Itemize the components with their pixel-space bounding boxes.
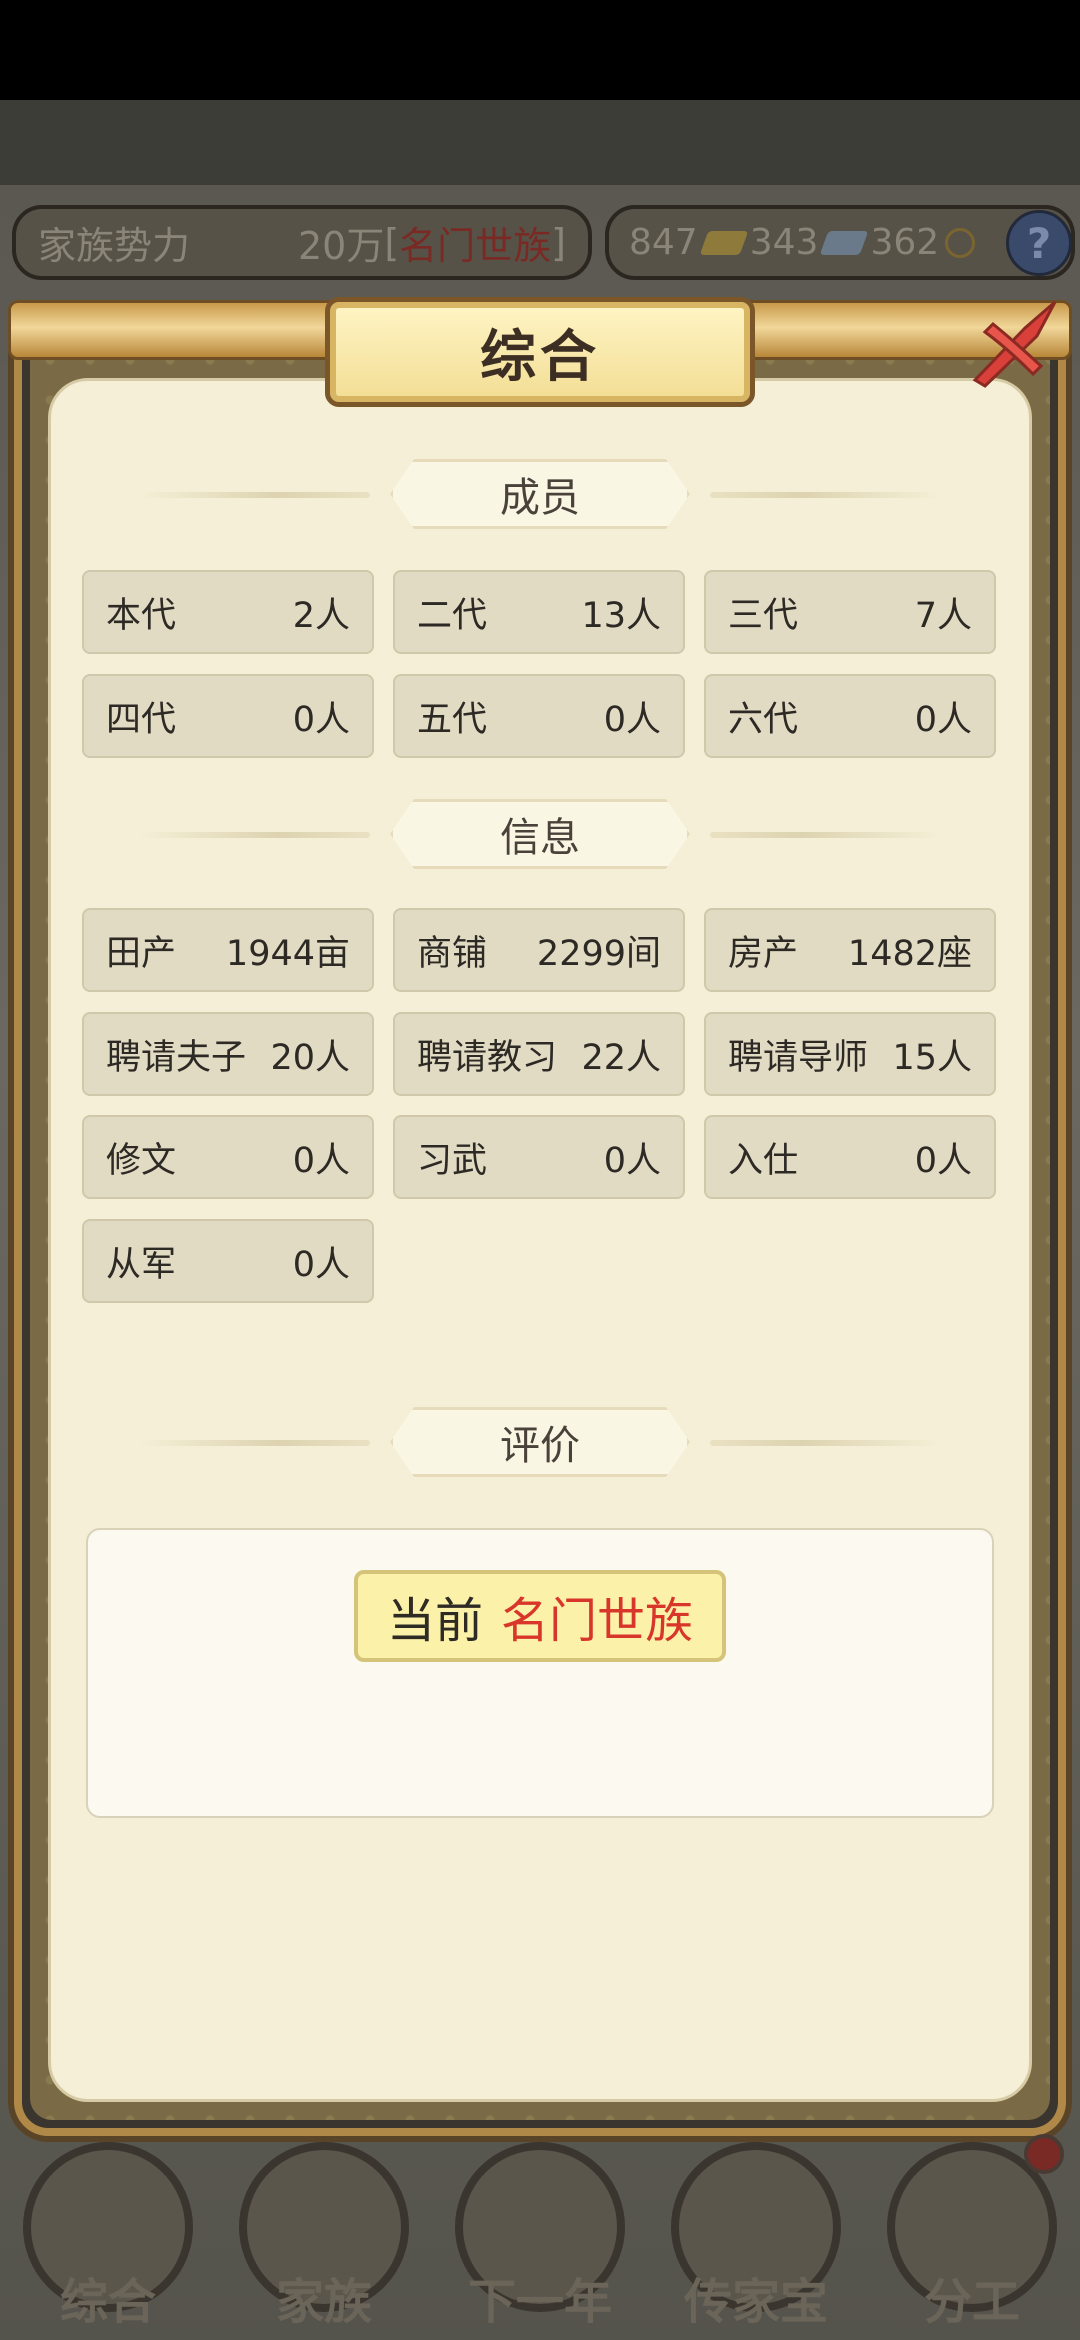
info-cell: 聘请夫子 20人 — [82, 1012, 374, 1096]
family-power-label: 家族势力 — [38, 224, 191, 268]
member-cell: 四代 0人 — [82, 674, 374, 758]
info-cell: 习武 0人 — [393, 1115, 685, 1199]
nav-label: 传家宝 — [683, 2274, 828, 2330]
info-cell: 聘请导师 15人 — [704, 1012, 996, 1096]
top-strip — [0, 100, 1080, 185]
info-cell: 入仕 0人 — [704, 1115, 996, 1199]
cell-label: 五代 — [417, 699, 488, 740]
gold-amount: 847 — [629, 222, 698, 263]
coin-amount: 362 — [870, 222, 940, 263]
nav-label: 家族 — [275, 2274, 372, 2330]
nav-next-year[interactable]: 下一年 — [445, 2132, 635, 2332]
cell-value: 0人 — [603, 699, 661, 740]
cell-value: 1944亩 — [225, 933, 350, 974]
cell-label: 从军 — [106, 1244, 177, 1285]
info-section-header: 信息 — [140, 797, 940, 871]
evaluation-prefix: 当前 — [386, 1593, 483, 1649]
info-cell: 商铺 2299间 — [393, 908, 685, 992]
notification-dot — [1024, 2134, 1064, 2174]
member-cell: 二代 13人 — [393, 570, 685, 654]
nav-label: 综合 — [59, 2274, 156, 2330]
member-cell: 三代 7人 — [704, 570, 996, 654]
dialog-title: 综合 — [325, 297, 755, 407]
gold-ingot-icon — [699, 230, 749, 255]
close-icon — [972, 300, 1057, 388]
evaluation-heading: 评价 — [390, 1407, 690, 1477]
silver-ingot-icon — [820, 230, 869, 255]
status-bar — [0, 0, 1080, 100]
member-cell: 五代 0人 — [393, 674, 685, 758]
cell-value: 0人 — [914, 699, 972, 740]
cell-value: 20人 — [270, 1037, 350, 1078]
info-cell: 田产 1944亩 — [82, 908, 374, 992]
cell-label: 聘请夫子 — [106, 1037, 247, 1078]
nav-family[interactable]: 家族 — [229, 2132, 419, 2332]
evaluation-badge: 当前 名门世族 — [354, 1570, 726, 1662]
member-cell: 六代 0人 — [704, 674, 996, 758]
family-power-rank: 名门世族 — [399, 224, 552, 268]
info-heading: 信息 — [390, 799, 690, 869]
info-cell: 从军 0人 — [82, 1219, 374, 1303]
cell-label: 聘请教习 — [417, 1037, 558, 1078]
cell-value: 0人 — [603, 1140, 661, 1181]
nav-label: 下一年 — [467, 2274, 612, 2330]
cell-value: 15人 — [892, 1037, 972, 1078]
cell-value: 7人 — [914, 595, 972, 636]
coin-icon — [945, 227, 976, 258]
bottom-nav: 综合 家族 下一年 传家宝 分工 — [0, 2128, 1080, 2340]
family-power-bar: 家族势力 20万 [名门世族] — [12, 205, 592, 280]
cell-value: 0人 — [292, 1244, 350, 1285]
nav-label: 分工 — [923, 2274, 1020, 2330]
evaluation-rank: 名门世族 — [501, 1593, 694, 1649]
silver-amount: 343 — [749, 222, 819, 263]
cell-value: 2人 — [292, 595, 350, 636]
cell-value: 0人 — [292, 1140, 350, 1181]
info-cell: 修文 0人 — [82, 1115, 374, 1199]
cell-label: 三代 — [728, 595, 799, 636]
nav-heirloom[interactable]: 传家宝 — [661, 2132, 851, 2332]
cell-value: 13人 — [581, 595, 661, 636]
cell-label: 房产 — [728, 933, 799, 974]
cell-label: 本代 — [106, 595, 177, 636]
currency-bar: 847 343 362 — [605, 205, 1075, 280]
members-section-header: 成员 — [140, 457, 940, 531]
cell-label: 习武 — [417, 1140, 488, 1181]
cell-label: 二代 — [417, 595, 488, 636]
cell-value: 0人 — [292, 699, 350, 740]
cell-label: 六代 — [728, 699, 799, 740]
cell-value: 1482座 — [847, 933, 972, 974]
help-button[interactable]: ? — [1006, 210, 1072, 276]
evaluation-section-header: 评价 — [140, 1405, 940, 1479]
cell-label: 四代 — [106, 699, 177, 740]
cell-label: 商铺 — [417, 933, 488, 974]
close-button[interactable] — [955, 288, 1065, 398]
cell-value: 22人 — [581, 1037, 661, 1078]
cell-label: 聘请导师 — [728, 1037, 869, 1078]
family-power-value: 20万 — [297, 224, 385, 268]
cell-label: 入仕 — [728, 1140, 799, 1181]
cell-value: 0人 — [914, 1140, 972, 1181]
member-cell: 本代 2人 — [82, 570, 374, 654]
cell-label: 修文 — [106, 1140, 177, 1181]
cell-value: 2299间 — [536, 933, 661, 974]
nav-overview[interactable]: 综合 — [13, 2132, 203, 2332]
cell-label: 田产 — [106, 933, 177, 974]
info-cell: 聘请教习 22人 — [393, 1012, 685, 1096]
info-cell: 房产 1482座 — [704, 908, 996, 992]
members-heading: 成员 — [390, 459, 690, 529]
